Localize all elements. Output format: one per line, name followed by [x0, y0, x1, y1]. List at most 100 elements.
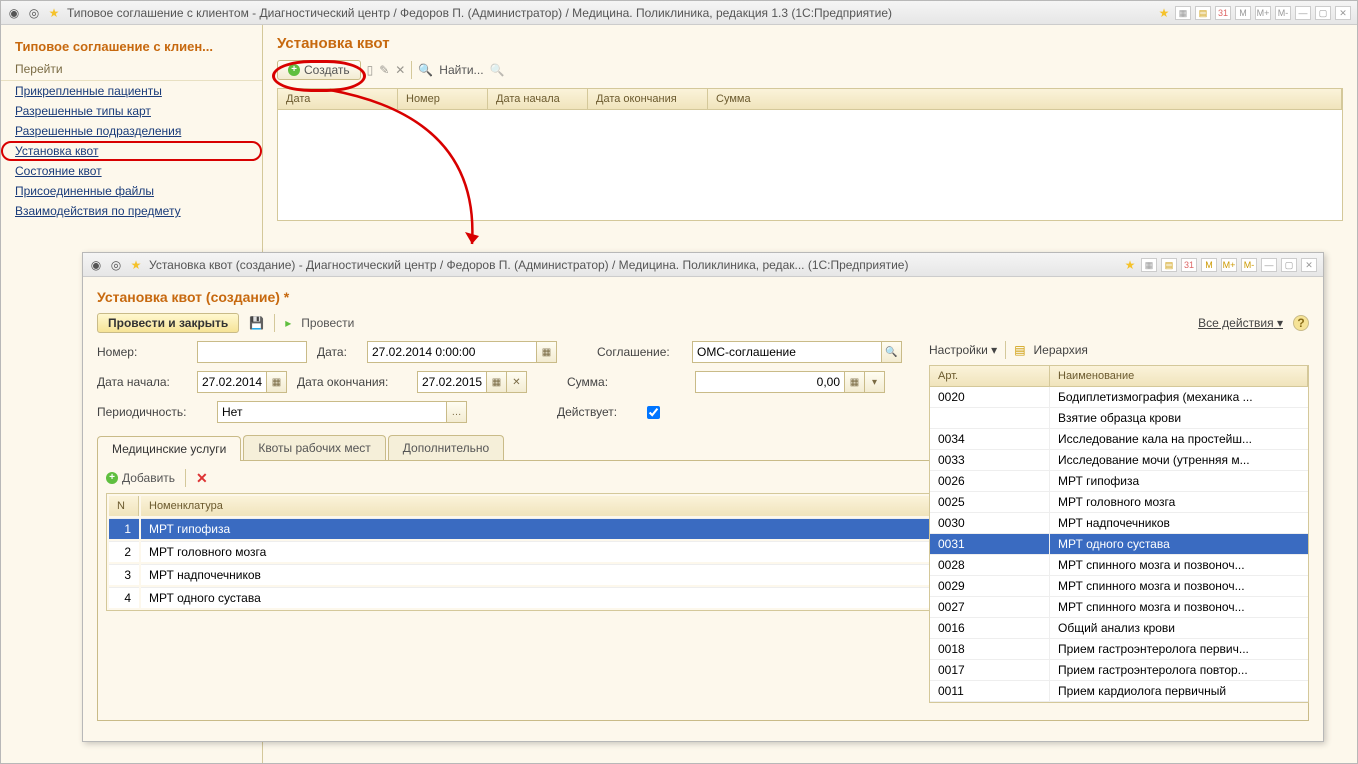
clear-icon[interactable]: ✕ — [507, 371, 527, 393]
quota-grid[interactable]: Дата Номер Дата начала Дата окончания Су… — [277, 88, 1343, 221]
list-item[interactable]: 0029МРТ спинного мозга и позвоноч... — [930, 576, 1308, 597]
star-icon[interactable]: ★ — [129, 258, 143, 272]
sidebar-item-interactions[interactable]: Взаимодействия по предмету — [1, 201, 262, 221]
maximize-icon[interactable]: ▢ — [1281, 258, 1297, 272]
tool-icon-1[interactable]: ▦ — [1175, 6, 1191, 20]
date-input[interactable] — [367, 341, 537, 363]
stepper-icon[interactable]: ▾ — [865, 371, 885, 393]
date-picker-icon[interactable]: ▦ — [487, 371, 507, 393]
list-item[interactable]: 0018Прием гастроэнтеролога первич... — [930, 639, 1308, 660]
find-icon[interactable]: 🔍 — [418, 63, 433, 77]
list-item[interactable]: 0011Прием кардиолога первичный — [930, 681, 1308, 702]
tab-extra[interactable]: Дополнительно — [388, 435, 504, 460]
edit-icon[interactable]: ✎ — [379, 63, 389, 77]
hierarchy-icon[interactable]: ▤ — [1014, 343, 1025, 357]
star-icon[interactable]: ★ — [47, 6, 61, 20]
col-num[interactable]: Номер — [398, 89, 488, 109]
remove-icon[interactable]: ✕ — [196, 470, 208, 487]
col-date[interactable]: Дата — [278, 89, 398, 109]
active-checkbox[interactable] — [647, 406, 660, 419]
sidebar-item-quotas[interactable]: Установка квот — [1, 141, 262, 161]
agr-input[interactable] — [692, 341, 882, 363]
dialog-heading: Установка квот (создание) * — [97, 289, 1309, 305]
back-icon[interactable]: ◎ — [109, 258, 123, 272]
reference-list[interactable]: Арт. Наименование 0020Бодиплетизмография… — [929, 365, 1309, 703]
post-label[interactable]: Провести — [301, 316, 354, 330]
help-icon[interactable]: ? — [1293, 315, 1309, 331]
sidebar-item-cardtypes[interactable]: Разрешенные типы карт — [1, 101, 262, 121]
start-input[interactable] — [197, 371, 267, 393]
tool-icon-1[interactable]: ▦ — [1141, 258, 1157, 272]
col-art[interactable]: Арт. — [930, 366, 1050, 386]
minimize-icon[interactable]: — — [1295, 6, 1311, 20]
dropdown-icon[interactable]: … — [447, 401, 467, 423]
minimize-icon[interactable]: — — [1261, 258, 1277, 272]
fav-icon[interactable]: ★ — [1157, 6, 1171, 20]
col-name[interactable]: Наименование — [1050, 366, 1308, 386]
delete-icon[interactable]: ✕ — [395, 63, 405, 77]
date-picker-icon[interactable]: ▦ — [537, 341, 557, 363]
list-item[interactable]: 0034Исследование кала на простейш... — [930, 429, 1308, 450]
list-item[interactable]: 0026МРТ гипофиза — [930, 471, 1308, 492]
m-icon[interactable]: M — [1201, 258, 1217, 272]
col-end[interactable]: Дата окончания — [588, 89, 708, 109]
tab-services[interactable]: Медицинские услуги — [97, 436, 241, 461]
sidebar-section: Перейти — [1, 58, 262, 81]
tab-workplaces[interactable]: Квоты рабочих мест — [243, 435, 385, 460]
calc-icon[interactable]: ▤ — [1161, 258, 1177, 272]
list-item[interactable]: 0031МРТ одного сустава — [930, 534, 1308, 555]
add-button[interactable]: +Добавить — [106, 471, 175, 485]
save-icon[interactable]: 💾 — [249, 316, 264, 330]
list-item[interactable]: 0020Бодиплетизмография (механика ... — [930, 387, 1308, 408]
period-input[interactable] — [217, 401, 447, 423]
col-sum[interactable]: Сумма — [708, 89, 1342, 109]
calendar-icon[interactable]: 31 — [1215, 6, 1231, 20]
hierarchy-label[interactable]: Иерархия — [1034, 343, 1088, 357]
list-item[interactable]: 0028МРТ спинного мозга и позвоноч... — [930, 555, 1308, 576]
create-label: Создать — [304, 63, 350, 77]
create-button[interactable]: + Создать — [277, 60, 361, 80]
mplus-icon[interactable]: M+ — [1255, 6, 1271, 20]
all-actions-menu[interactable]: Все действия ▾ — [1198, 316, 1283, 330]
close-icon[interactable]: ✕ — [1335, 6, 1351, 20]
content-toolbar: + Создать ▯ ✎ ✕ 🔍 Найти... 🔍 — [277, 60, 1343, 80]
dialog-body: Установка квот (создание) * Провести и з… — [83, 277, 1323, 741]
mplus-icon[interactable]: M+ — [1221, 258, 1237, 272]
list-item[interactable]: 0025МРТ головного мозга — [930, 492, 1308, 513]
mminus-icon[interactable]: M- — [1275, 6, 1291, 20]
back-icon[interactable]: ◎ — [27, 6, 41, 20]
find-clear-icon[interactable]: 🔍 — [490, 63, 505, 77]
copy-icon[interactable]: ▯ — [367, 63, 374, 77]
col-start[interactable]: Дата начала — [488, 89, 588, 109]
list-item[interactable]: 0027МРТ спинного мозга и позвоноч... — [930, 597, 1308, 618]
sidebar-item-patients[interactable]: Прикрепленные пациенты — [1, 81, 262, 101]
list-item[interactable]: 0016Общий анализ крови — [930, 618, 1308, 639]
find-label[interactable]: Найти... — [439, 63, 483, 77]
sidebar-item-files[interactable]: Присоединенные файлы — [1, 181, 262, 201]
list-item[interactable]: Взятие образца крови — [930, 408, 1308, 429]
post-icon[interactable]: ▸ — [285, 316, 291, 330]
num-input[interactable] — [197, 341, 307, 363]
settings-menu[interactable]: Настройки ▾ — [929, 343, 997, 357]
sidebar-item-departments[interactable]: Разрешенные подразделения — [1, 121, 262, 141]
date-picker-icon[interactable]: ▦ — [267, 371, 287, 393]
m-icon[interactable]: M — [1235, 6, 1251, 20]
lookup-icon[interactable]: 🔍 — [882, 341, 902, 363]
list-item[interactable]: 0017Прием гастроэнтеролога повтор... — [930, 660, 1308, 681]
plus-icon: + — [288, 64, 300, 76]
fav-icon[interactable]: ★ — [1123, 258, 1137, 272]
calc-icon[interactable]: ▦ — [845, 371, 865, 393]
sum-input[interactable] — [695, 371, 845, 393]
end-input[interactable] — [417, 371, 487, 393]
sidebar-item-quotastate[interactable]: Состояние квот — [1, 161, 262, 181]
calc-icon[interactable]: ▤ — [1195, 6, 1211, 20]
col-n[interactable]: N — [109, 496, 139, 516]
main-title: Типовое соглашение с клиентом - Диагност… — [67, 6, 1151, 20]
list-item[interactable]: 0033Исследование мочи (утренняя м... — [930, 450, 1308, 471]
post-close-button[interactable]: Провести и закрыть — [97, 313, 239, 333]
close-icon[interactable]: ✕ — [1301, 258, 1317, 272]
list-item[interactable]: 0030МРТ надпочечников — [930, 513, 1308, 534]
maximize-icon[interactable]: ▢ — [1315, 6, 1331, 20]
calendar-icon[interactable]: 31 — [1181, 258, 1197, 272]
mminus-icon[interactable]: M- — [1241, 258, 1257, 272]
